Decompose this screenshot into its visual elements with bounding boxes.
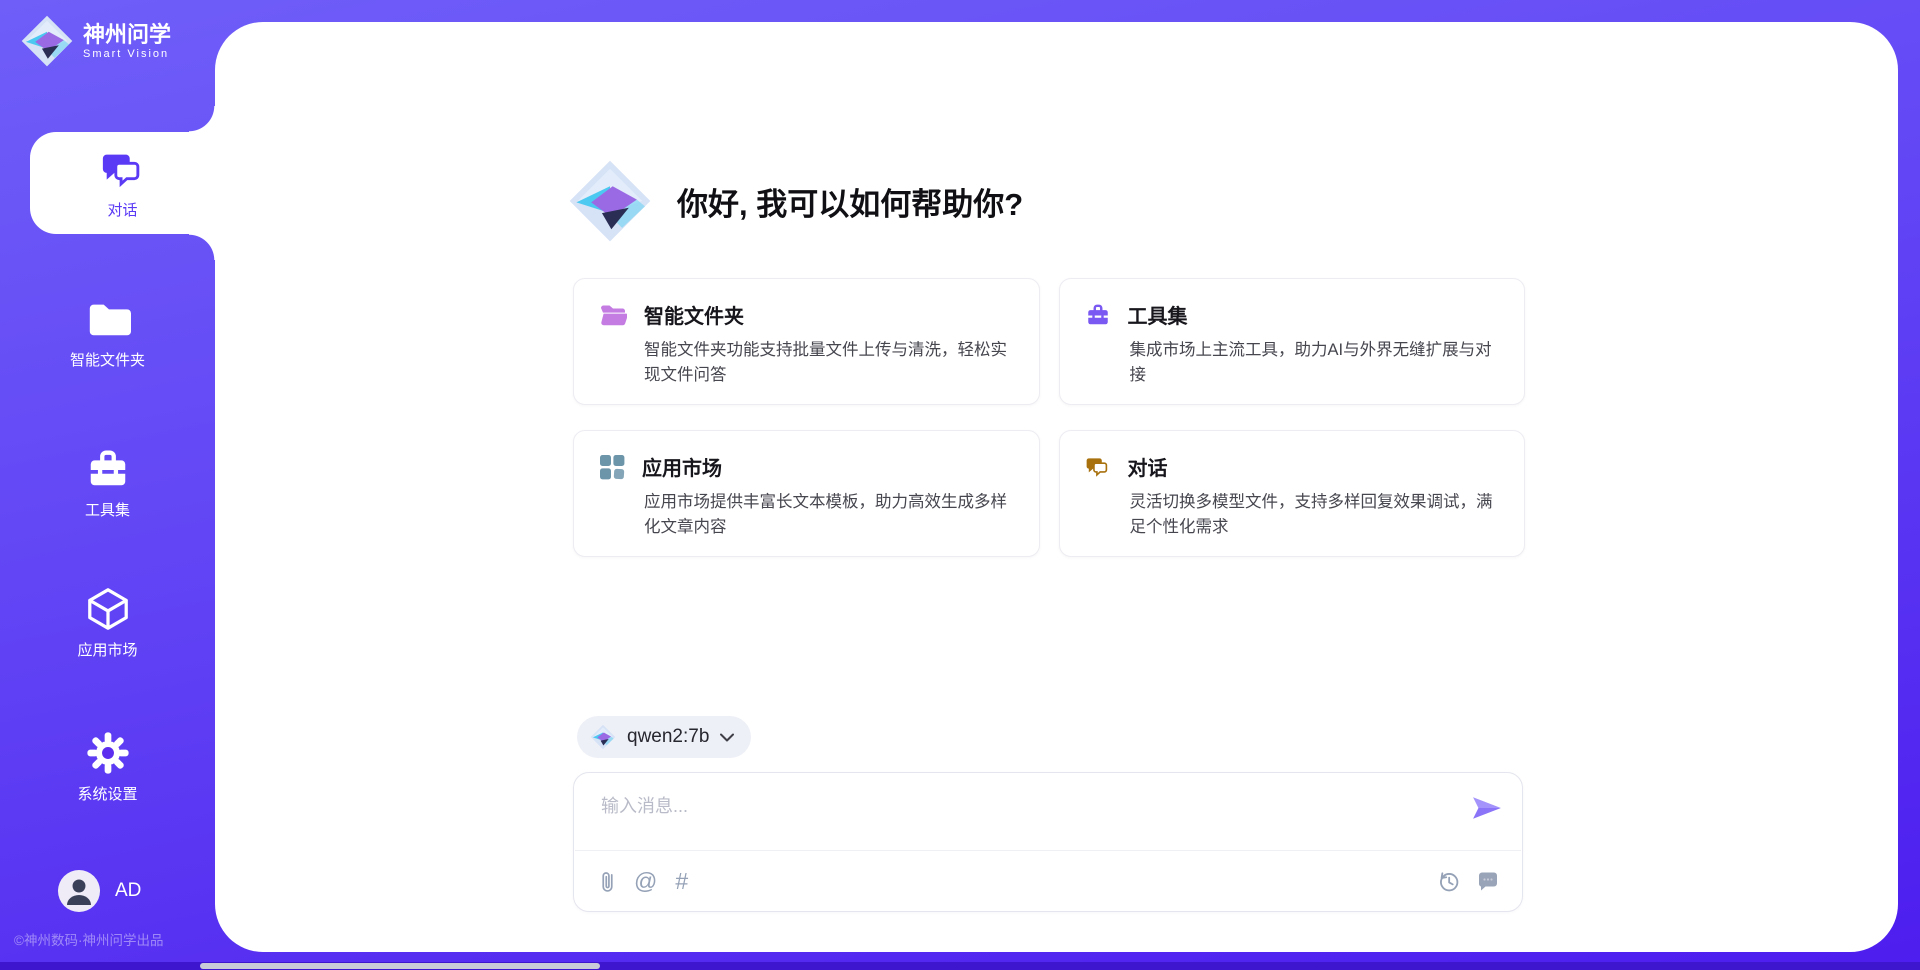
avatar [58, 870, 100, 912]
history-icon[interactable] [1437, 870, 1460, 893]
card-description: 灵活切换多模型文件，支持多样回复效果调试，满足个性化需求 [1130, 490, 1501, 540]
feature-cards: 智能文件夹 智能文件夹功能支持批量文件上传与清洗，轻松实现文件问答 工具集 集成… [573, 278, 1525, 557]
send-icon[interactable] [1472, 797, 1502, 819]
toolbox-icon [85, 446, 131, 492]
chat-icon [1085, 454, 1111, 480]
user-name: AD [115, 880, 141, 902]
greeting-text: 你好, 我可以如何帮助你? [677, 179, 1023, 224]
cube-icon [85, 586, 131, 632]
gear-icon [85, 730, 131, 776]
sidebar: 神州问学 Smart Vision 对话 智能文件夹 工具集 应用市场 系统设置… [0, 0, 215, 970]
user-profile[interactable]: AD [58, 870, 141, 912]
sidebar-item-label: 工具集 [85, 499, 130, 520]
card-description: 集成市场上主流工具，助力AI与外界无缝扩展与对接 [1130, 338, 1501, 388]
greeting: 你好, 我可以如何帮助你? [567, 158, 1023, 244]
briefcase-icon [1085, 302, 1111, 328]
sidebar-item-smart-folder[interactable]: 智能文件夹 [0, 296, 215, 370]
card-toolset[interactable]: 工具集 集成市场上主流工具，助力AI与外界无缝扩展与对接 [1059, 278, 1526, 405]
app-name: 神州问学 [83, 22, 171, 47]
model-name: qwen2:7b [627, 726, 709, 748]
active-tab-fillet [189, 234, 215, 260]
card-smart-folder[interactable]: 智能文件夹 智能文件夹功能支持批量文件上传与清洗，轻松实现文件问答 [573, 278, 1040, 405]
chat-bubble-icon[interactable] [1476, 870, 1500, 892]
card-title: 应用市场 [642, 452, 722, 481]
sidebar-item-label: 应用市场 [77, 639, 137, 660]
chat-icon [100, 147, 146, 193]
folder-open-icon [599, 303, 627, 327]
app-logo: 神州问学 Smart Vision [20, 14, 171, 68]
sidebar-item-label: 系统设置 [77, 783, 137, 804]
folder-icon [85, 296, 131, 342]
paperclip-icon[interactable] [599, 869, 616, 894]
copyright: ©神州数码·神州问学出品 [14, 929, 163, 949]
sidebar-item-label: 对话 [107, 199, 137, 220]
card-title: 对话 [1128, 452, 1168, 481]
model-selector[interactable]: qwen2:7b [577, 716, 751, 758]
card-title: 智能文件夹 [644, 300, 744, 329]
grid-icon [599, 454, 625, 480]
message-composer: @ # [573, 772, 1523, 912]
sidebar-item-label: 智能文件夹 [70, 349, 145, 370]
at-icon[interactable]: @ [634, 870, 657, 893]
composer-toolbar: @ # [599, 859, 1500, 903]
card-chat[interactable]: 对话 灵活切换多模型文件，支持多样回复效果调试，满足个性化需求 [1059, 430, 1526, 557]
card-description: 应用市场提供丰富长文本模板，助力高效生成多样化文章内容 [644, 490, 1015, 540]
hash-icon[interactable]: # [675, 870, 688, 893]
message-input[interactable] [599, 790, 1429, 842]
chevron-down-icon [720, 733, 734, 742]
person-icon [58, 870, 100, 912]
gem-icon [567, 158, 653, 244]
active-tab-fillet [189, 106, 215, 132]
sidebar-item-chat[interactable]: 对话 [30, 132, 215, 234]
gem-icon [590, 724, 616, 750]
horizontal-scrollbar[interactable] [0, 962, 1920, 970]
logo-gem-icon [20, 14, 74, 68]
main-panel: 你好, 我可以如何帮助你? 智能文件夹 智能文件夹功能支持批量文件上传与清洗，轻… [215, 22, 1898, 952]
card-description: 智能文件夹功能支持批量文件上传与清洗，轻松实现文件问答 [644, 338, 1015, 388]
card-title: 工具集 [1128, 300, 1188, 329]
sidebar-item-settings[interactable]: 系统设置 [0, 730, 215, 804]
sidebar-item-app-market[interactable]: 应用市场 [0, 586, 215, 660]
scrollbar-thumb[interactable] [200, 963, 600, 969]
app-subtitle: Smart Vision [83, 48, 171, 60]
card-app-market[interactable]: 应用市场 应用市场提供丰富长文本模板，助力高效生成多样化文章内容 [573, 430, 1040, 557]
composer-divider [575, 850, 1521, 851]
sidebar-item-toolset[interactable]: 工具集 [0, 446, 215, 520]
